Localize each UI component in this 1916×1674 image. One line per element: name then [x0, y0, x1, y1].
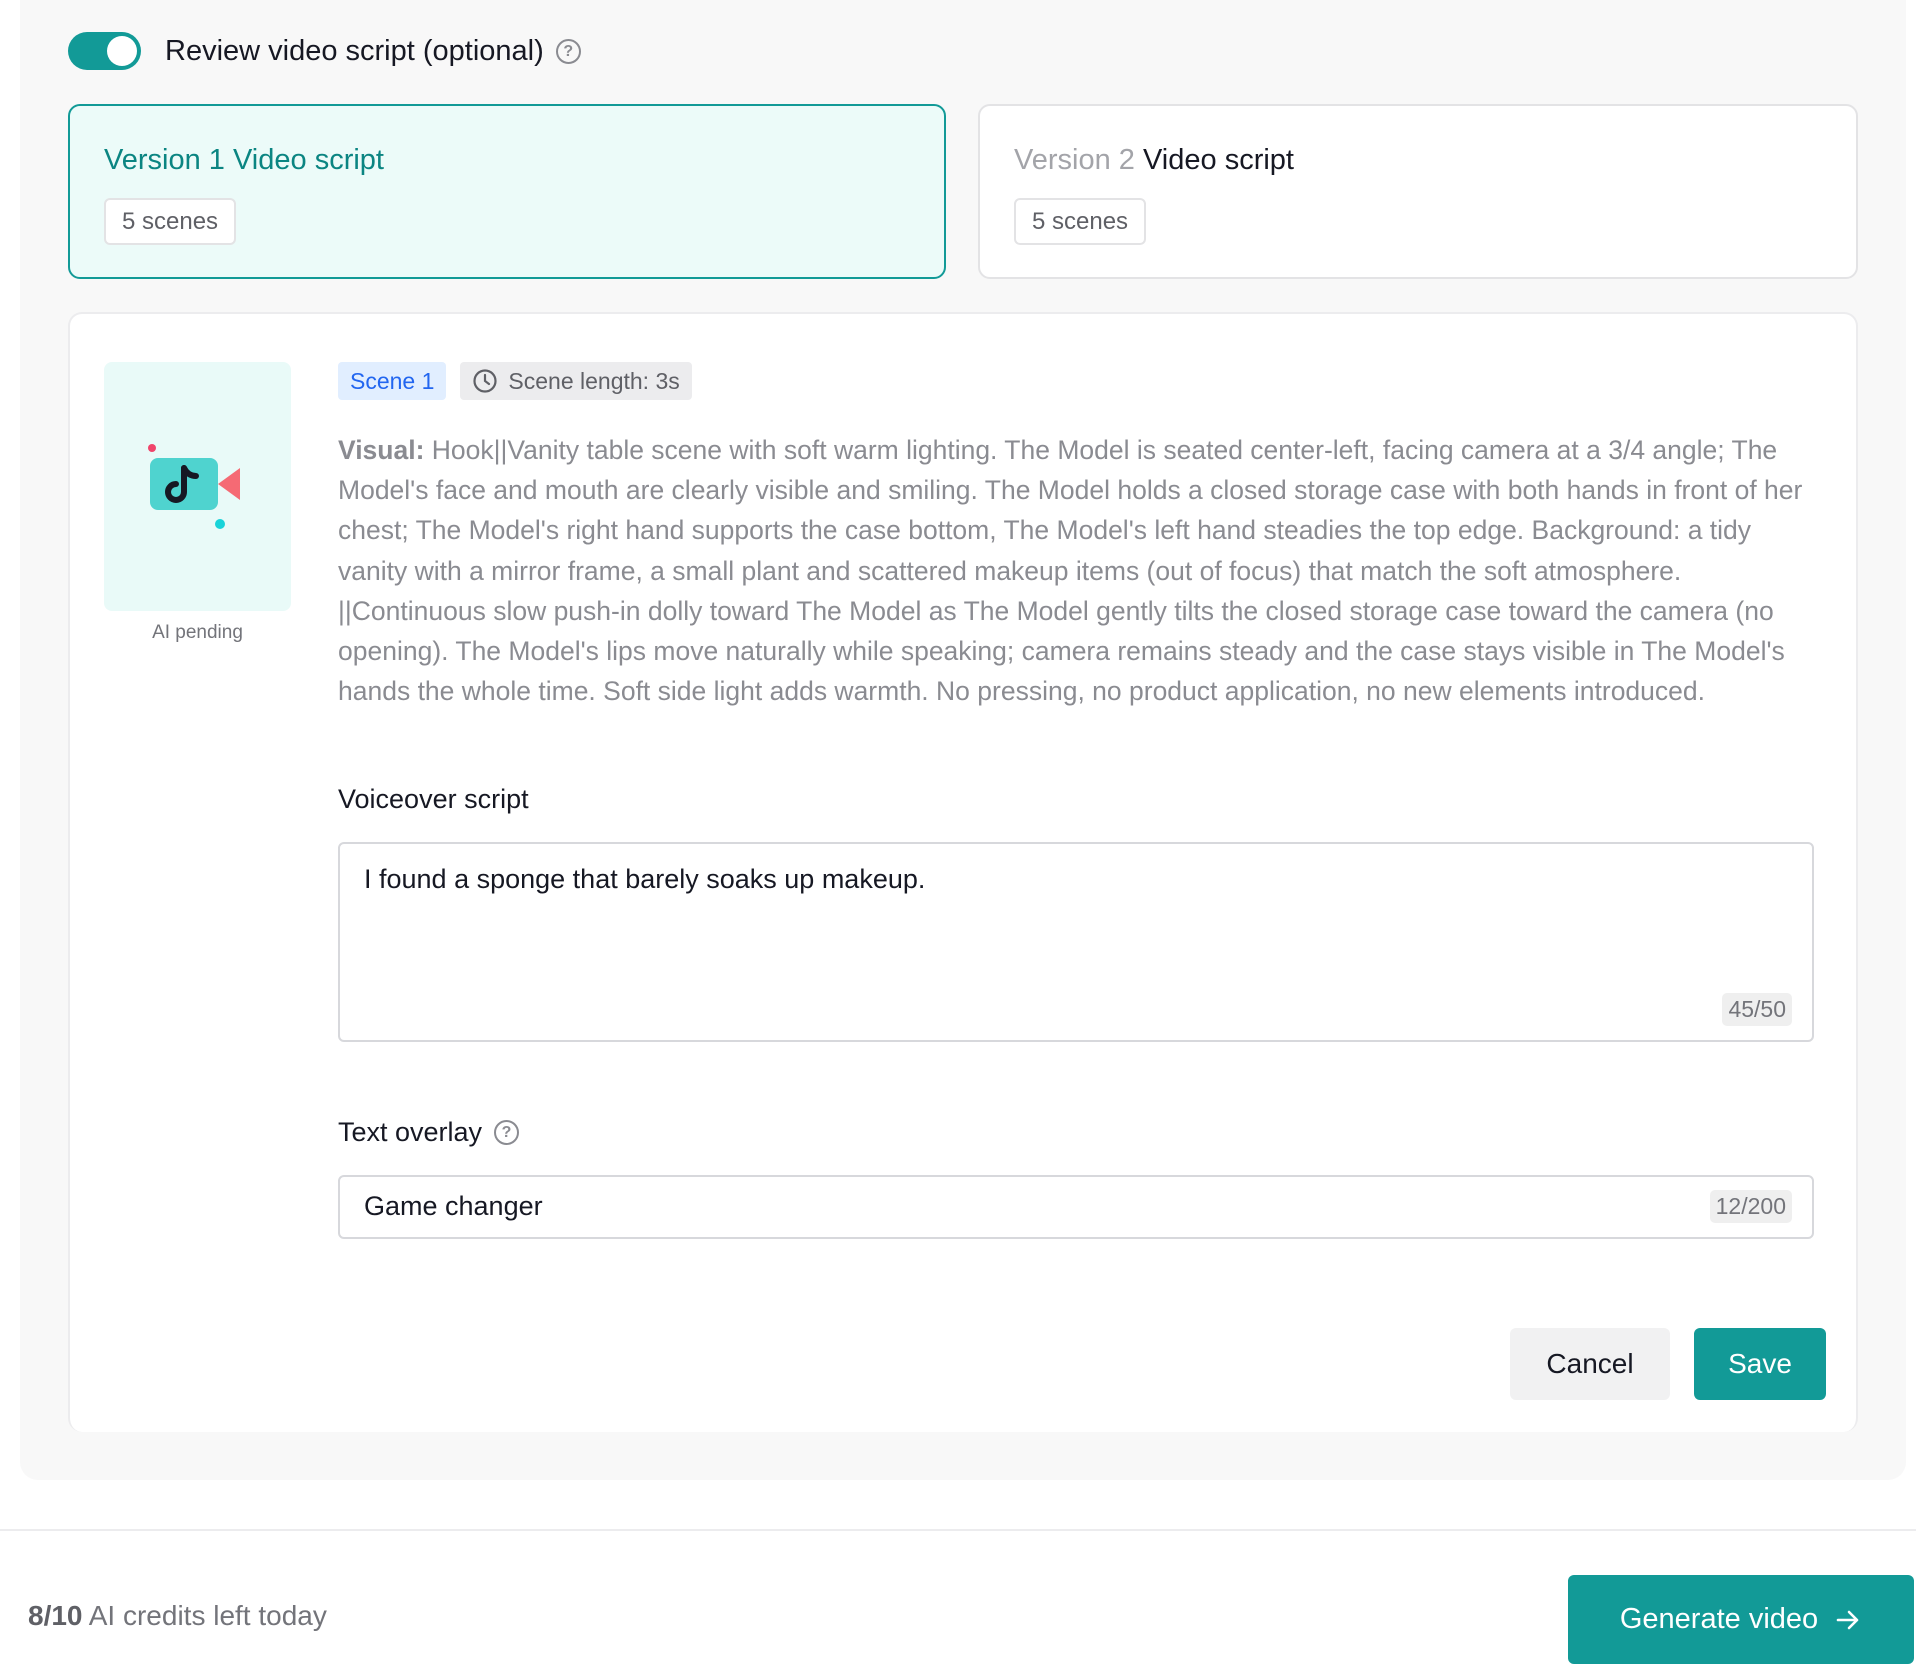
- version-2-title: Version 2 Video script: [1014, 144, 1294, 177]
- scene-thumbnail: [104, 362, 291, 611]
- version-1-label: Video script: [232, 144, 384, 176]
- voiceover-label: Voiceover script: [338, 784, 529, 814]
- scene-length-text: Scene length: 3s: [508, 368, 680, 394]
- video-camera-icon: [148, 444, 240, 529]
- voiceover-value: I found a sponge that barely soaks up ma…: [364, 864, 926, 894]
- voiceover-textarea[interactable]: I found a sponge that barely soaks up ma…: [338, 842, 1814, 1042]
- version-1-title: Version 1 Video script: [104, 144, 384, 177]
- version-2-card[interactable]: Version 2 Video script 5 scenes: [978, 104, 1858, 279]
- generate-video-button[interactable]: Generate video: [1568, 1575, 1914, 1664]
- scene-card: AI pending Scene 1 Scene length: 3s Visu…: [68, 312, 1858, 1432]
- review-toggle[interactable]: [68, 32, 141, 70]
- footer-divider: [0, 1529, 1916, 1531]
- scene-tags: Scene 1 Scene length: 3s: [338, 362, 692, 400]
- version-2-scenes-chip: 5 scenes: [1014, 198, 1147, 245]
- visual-description: Visual: Hook||Vanity table scene with so…: [338, 430, 1818, 711]
- voiceover-char-counter: 45/50: [1722, 993, 1792, 1026]
- version-2-prefix: Version 2: [1014, 144, 1135, 176]
- visual-text: Hook||Vanity table scene with soft warm …: [338, 435, 1803, 707]
- help-icon[interactable]: ?: [494, 1120, 520, 1145]
- cancel-button[interactable]: Cancel: [1510, 1328, 1670, 1400]
- scene-length-badge: Scene length: 3s: [460, 362, 692, 400]
- text-overlay-label: Text overlay: [338, 1117, 483, 1147]
- toggle-knob: [107, 36, 137, 66]
- text-overlay-char-counter: 12/200: [1709, 1190, 1792, 1223]
- text-overlay-label-row: Text overlay ?: [338, 1117, 520, 1148]
- credits-count: 8/10: [28, 1600, 83, 1631]
- clock-icon: [473, 369, 498, 393]
- scene-number-badge: Scene 1: [338, 362, 447, 400]
- text-overlay-input[interactable]: Game changer 12/200: [338, 1175, 1814, 1239]
- thumbnail-status: AI pending: [152, 622, 243, 643]
- save-button[interactable]: Save: [1694, 1328, 1826, 1400]
- credits-text: AI credits left today: [88, 1600, 327, 1631]
- help-icon[interactable]: ?: [555, 38, 581, 64]
- review-toggle-label: Review video script (optional): [165, 34, 544, 67]
- version-1-prefix: Version 1: [104, 144, 225, 176]
- version-1-scenes-chip: 5 scenes: [104, 198, 237, 245]
- text-overlay-value: Game changer: [364, 1191, 543, 1221]
- ai-credits-status: 8/10 AI credits left today: [28, 1600, 327, 1632]
- generate-video-label: Generate video: [1619, 1603, 1819, 1635]
- version-2-label: Video script: [1142, 144, 1294, 176]
- review-toggle-row: Review video script (optional) ?: [68, 30, 581, 72]
- arrow-right-icon: [1836, 1610, 1859, 1629]
- visual-label: Visual:: [338, 435, 425, 465]
- version-1-card[interactable]: Version 1 Video script 5 scenes: [68, 104, 946, 279]
